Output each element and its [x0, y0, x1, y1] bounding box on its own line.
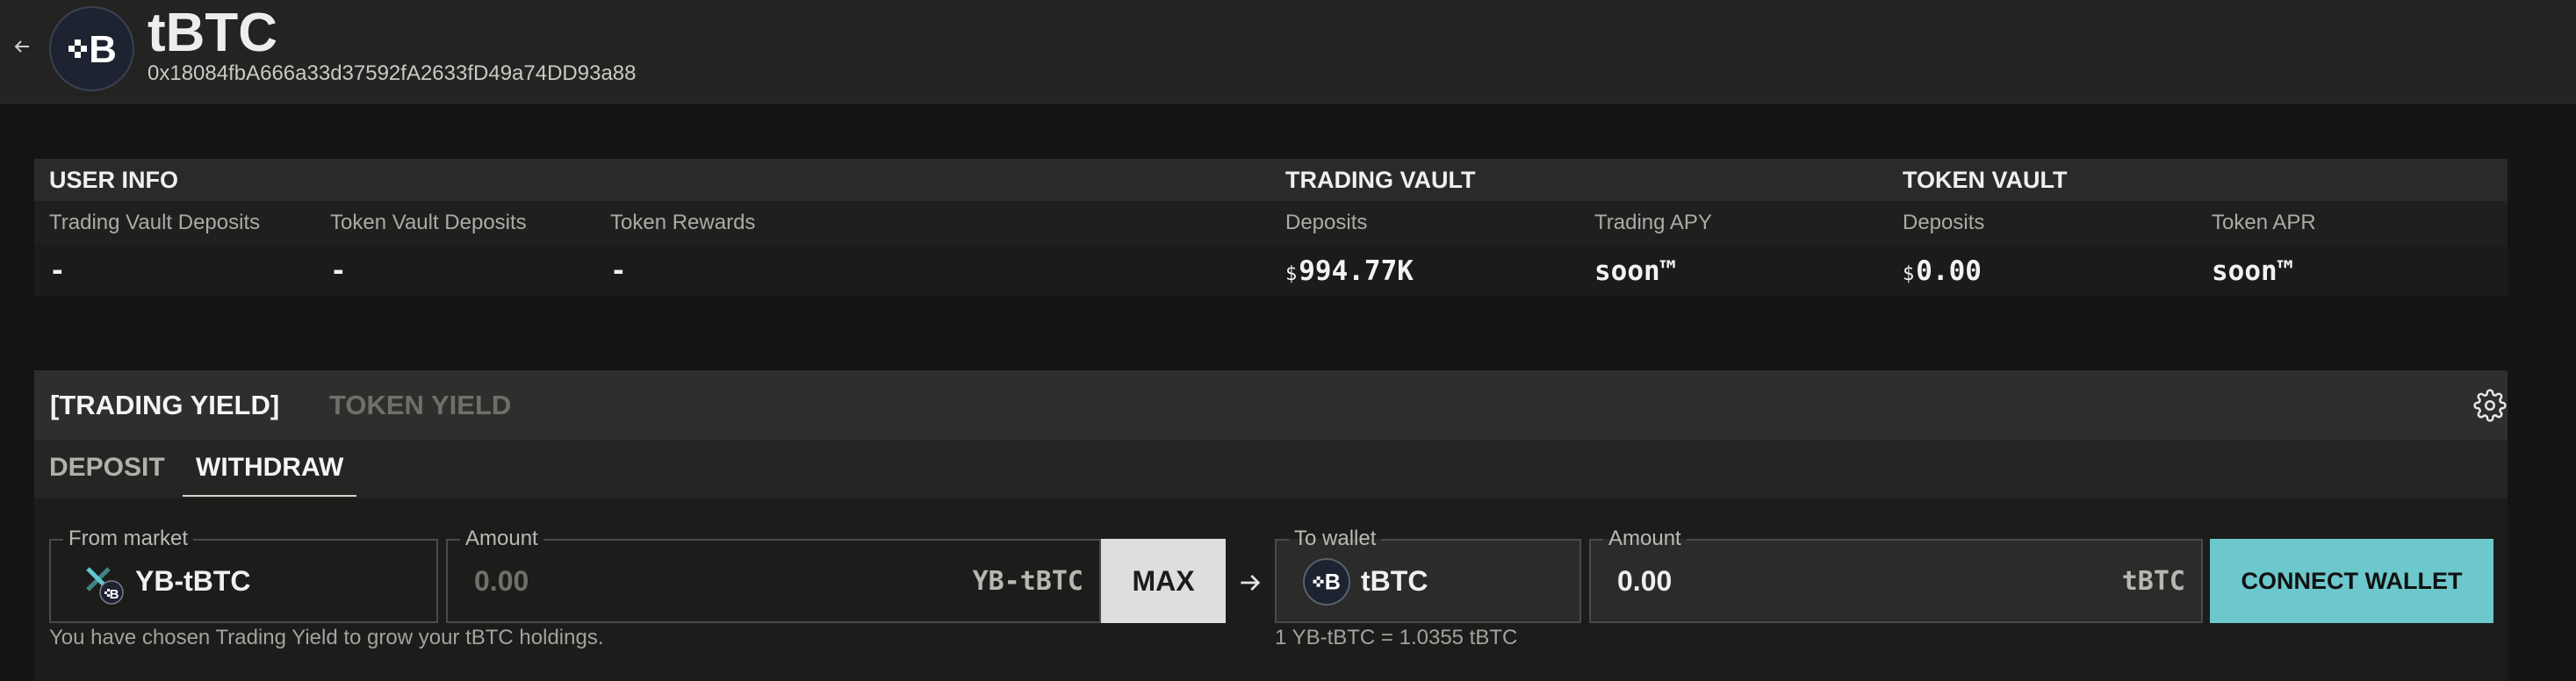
to-wallet-legend: To wallet — [1289, 527, 1382, 550]
withdraw-amount-input[interactable] — [474, 563, 931, 599]
token-rewards-value: - — [610, 255, 627, 287]
page-header: B tBTC 0x18084fbA666a33d37592fA2633fD49a… — [0, 0, 2576, 104]
tab-token-yield[interactable]: TOKEN YIELD — [329, 370, 511, 441]
tbtc-logo-icon: B — [1303, 558, 1350, 606]
token-apr-label: Token APR — [2212, 211, 2316, 234]
trading-deposits-value: $994.77K — [1285, 255, 1414, 287]
to-amount-value: 0.00 — [1617, 565, 1673, 597]
trading-vault-title: TRADING VAULT — [1285, 167, 1476, 193]
from-amount-field[interactable]: Amount YB-tBTC — [446, 527, 1101, 623]
user-info-title: USER INFO — [49, 167, 179, 193]
to-wallet-token: tBTC — [1361, 565, 1428, 597]
from-amount-legend: Amount — [460, 527, 543, 550]
trading-apy-value: soon™ — [1594, 255, 1677, 287]
trading-apy-label: Trading APY — [1594, 211, 1712, 234]
token-address: 0x18084fbA666a33d37592fA2633fD49a74DD93a… — [148, 61, 637, 85]
from-market-select[interactable]: From market B YB-tBTC — [49, 527, 438, 623]
helper-text: You have chosen Trading Yield to grow yo… — [49, 626, 604, 649]
token-vault-deposits-label: Token Vault Deposits — [330, 211, 527, 234]
to-wallet-field: To wallet B tBTC — [1275, 527, 1581, 623]
to-amount-unit: tBTC — [2121, 566, 2185, 597]
token-vault-deposits-value: - — [330, 255, 347, 287]
arrow-right-icon — [1233, 565, 1268, 600]
from-market-token: YB-tBTC — [135, 565, 251, 597]
to-amount-legend: Amount — [1603, 527, 1687, 550]
token-vault-title: TOKEN VAULT — [1903, 167, 2068, 193]
trading-vault-deposits-label: Trading Vault Deposits — [49, 211, 261, 234]
vault-info-table: USER INFO TRADING VAULT TOKEN VAULT Trad… — [34, 159, 2508, 297]
trading-deposits-label: Deposits — [1285, 211, 1368, 234]
yb-tbtc-icon: B — [86, 567, 124, 605]
tab-deposit[interactable]: DEPOSIT — [49, 441, 165, 495]
from-market-legend: From market — [63, 527, 194, 550]
trading-vault-deposits-value: - — [49, 255, 66, 287]
from-amount-unit: YB-tBTC — [972, 566, 1083, 597]
page-title: tBTC — [148, 3, 278, 63]
svg-text:B: B — [89, 28, 117, 71]
token-apr-value: soon™ — [2212, 255, 2294, 287]
tab-trading-yield[interactable]: [TRADING YIELD] — [50, 370, 279, 441]
to-amount-field: Amount 0.00 tBTC — [1589, 527, 2203, 623]
tbtc-logo-icon: B — [49, 6, 134, 91]
svg-text:B: B — [1325, 570, 1341, 595]
token-rewards-label: Token Rewards — [610, 211, 756, 234]
svg-text:B: B — [110, 587, 119, 602]
back-button[interactable] — [7, 32, 37, 61]
token-deposits-label: Deposits — [1903, 211, 1985, 234]
arrow-left-icon — [14, 40, 29, 53]
token-deposits-value: $0.00 — [1903, 255, 1982, 287]
connect-wallet-button[interactable]: CONNECT WALLET — [2210, 539, 2493, 623]
max-button[interactable]: MAX — [1101, 539, 1226, 623]
gear-icon — [2473, 389, 2507, 422]
exchange-rate-text: 1 YB-tBTC = 1.0355 tBTC — [1275, 626, 1518, 649]
tab-withdraw[interactable]: WITHDRAW — [183, 441, 357, 497]
settings-button[interactable] — [2472, 388, 2508, 423]
